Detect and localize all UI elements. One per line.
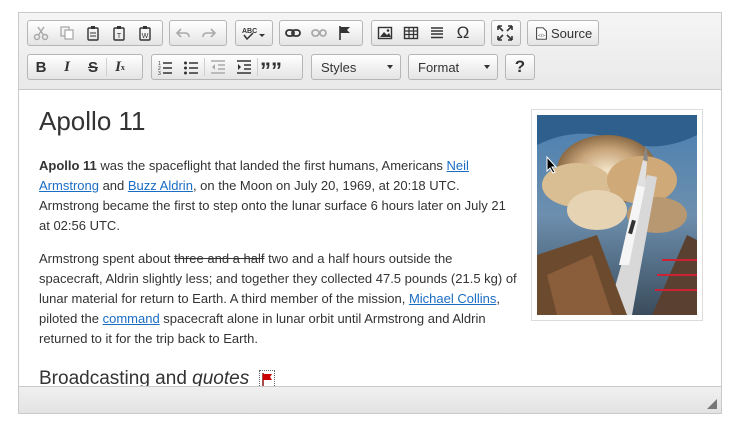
source-label: Source <box>551 25 593 41</box>
maximize-group <box>491 20 521 46</box>
insert-group: Ω <box>371 20 485 46</box>
table-icon[interactable] <box>398 21 424 45</box>
text-span: Armstrong spent about <box>39 251 175 266</box>
page-title: Apollo 11 <box>39 106 146 136</box>
spellcheck-group: ABC <box>235 20 273 46</box>
paragraph-details: Armstrong spent about three and a half t… <box>39 249 519 349</box>
heading-text: Broadcasting and <box>39 368 193 387</box>
redo-icon[interactable] <box>196 21 222 45</box>
clipboard-group: T W <box>27 20 163 46</box>
source-icon: </> <box>531 21 551 45</box>
basic-styles-group: B I S Ix <box>27 54 143 80</box>
editor-content-area[interactable]: Apollo 11 Apollo 11 was the spaceflight … <box>19 90 721 387</box>
unlink-icon[interactable] <box>306 21 332 45</box>
svg-text:</>: </> <box>537 32 544 38</box>
strikethrough-text: three and a half <box>174 251 265 266</box>
link-icon[interactable] <box>280 21 306 45</box>
anchor-flag-icon[interactable] <box>332 21 358 45</box>
rich-text-editor: T W ABC Ω </> Source B I S I x 1 2 3 ”” … <box>18 12 722 414</box>
horizontal-line-icon[interactable] <box>424 21 450 45</box>
text-span: and <box>98 178 128 193</box>
links-group <box>279 20 363 46</box>
help-button[interactable]: ? <box>505 54 535 80</box>
outdent-icon[interactable] <box>205 55 231 79</box>
image-icon[interactable] <box>372 21 398 45</box>
paste-from-word-icon[interactable]: W <box>132 21 158 45</box>
svg-text:3: 3 <box>158 71 161 75</box>
italic-icon[interactable]: I <box>54 55 80 79</box>
paragraph-group: 123 ”” <box>151 54 303 82</box>
numbered-list-icon[interactable]: 123 <box>152 55 178 79</box>
maximize-icon[interactable] <box>492 21 518 45</box>
link-buzz-aldrin[interactable]: Buzz Aldrin <box>128 178 193 193</box>
svg-text:W: W <box>142 33 149 40</box>
text-span: was the spaceflight that landed the firs… <box>96 158 447 173</box>
bulleted-list-icon[interactable] <box>178 55 204 79</box>
spellcheck-icon[interactable]: ABC <box>236 21 272 45</box>
section-heading: Broadcasting and quotes <box>39 368 275 387</box>
svg-text:ABC: ABC <box>242 28 257 35</box>
resize-handle-icon[interactable] <box>707 399 717 409</box>
format-dropdown-label: Format <box>418 59 460 75</box>
anchor-flag-icon[interactable] <box>258 369 275 387</box>
undo-group <box>169 20 227 46</box>
styles-dropdown[interactable]: Styles <box>311 54 401 80</box>
bold-text: Apollo 11 <box>39 158 97 173</box>
mouse-cursor-icon <box>546 156 558 174</box>
paragraph-intro: Apollo 11 was the spaceflight that lande… <box>39 156 519 236</box>
link-michael-collins[interactable]: Michael Collins <box>409 291 496 306</box>
source-button[interactable]: </> Source <box>527 20 599 46</box>
undo-icon[interactable] <box>170 21 196 45</box>
link-command[interactable]: command <box>103 311 160 326</box>
indent-icon[interactable] <box>231 55 257 79</box>
editor-toolbar: T W ABC Ω </> Source B I S I x 1 2 3 ”” … <box>19 13 721 90</box>
svg-text:T: T <box>117 33 122 40</box>
paste-text-icon[interactable]: T <box>106 21 132 45</box>
format-dropdown[interactable]: Format <box>408 54 498 80</box>
chevron-down-icon <box>484 65 490 69</box>
paste-icon[interactable] <box>80 21 106 45</box>
chevron-down-icon <box>387 65 393 69</box>
special-char-icon[interactable]: Ω <box>450 21 476 45</box>
styles-dropdown-label: Styles <box>321 59 357 75</box>
heading-italic-text: quotes <box>192 368 250 387</box>
strikethrough-icon[interactable]: S <box>80 55 106 79</box>
remove-format-icon[interactable]: Ix <box>107 55 133 79</box>
bold-icon[interactable]: B <box>28 55 54 79</box>
editor-status-bar <box>19 386 721 413</box>
blockquote-icon[interactable]: ”” <box>258 55 284 82</box>
copy-icon[interactable] <box>54 21 80 45</box>
cut-icon[interactable] <box>28 21 54 45</box>
rocket-launch-image[interactable] <box>537 115 697 315</box>
image-frame[interactable] <box>531 109 703 321</box>
